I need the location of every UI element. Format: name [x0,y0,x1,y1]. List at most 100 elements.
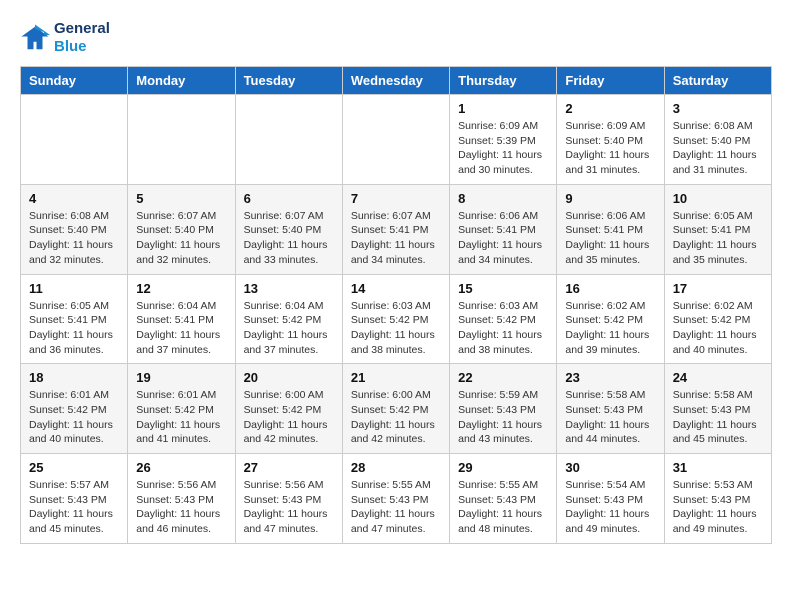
day-number: 13 [244,281,334,296]
day-info: Sunrise: 6:07 AMSunset: 5:40 PMDaylight:… [244,209,334,268]
weekday-header-wednesday: Wednesday [342,67,449,95]
calendar-cell: 15 Sunrise: 6:03 AMSunset: 5:42 PMDaylig… [450,274,557,364]
day-number: 17 [673,281,763,296]
logo: General Blue [20,20,110,56]
day-number: 12 [136,281,226,296]
calendar-cell: 7 Sunrise: 6:07 AMSunset: 5:41 PMDayligh… [342,184,449,274]
calendar-cell: 1 Sunrise: 6:09 AMSunset: 5:39 PMDayligh… [450,95,557,185]
day-info: Sunrise: 6:09 AMSunset: 5:39 PMDaylight:… [458,119,548,178]
day-info: Sunrise: 5:56 AMSunset: 5:43 PMDaylight:… [244,478,334,537]
calendar-cell [21,95,128,185]
day-number: 24 [673,370,763,385]
day-number: 4 [29,191,119,206]
calendar-cell: 22 Sunrise: 5:59 AMSunset: 5:43 PMDaylig… [450,364,557,454]
day-info: Sunrise: 5:57 AMSunset: 5:43 PMDaylight:… [29,478,119,537]
day-info: Sunrise: 5:56 AMSunset: 5:43 PMDaylight:… [136,478,226,537]
day-info: Sunrise: 6:09 AMSunset: 5:40 PMDaylight:… [565,119,655,178]
calendar-cell: 26 Sunrise: 5:56 AMSunset: 5:43 PMDaylig… [128,454,235,544]
calendar-cell [128,95,235,185]
day-number: 5 [136,191,226,206]
day-number: 31 [673,460,763,475]
day-number: 20 [244,370,334,385]
day-info: Sunrise: 5:58 AMSunset: 5:43 PMDaylight:… [565,388,655,447]
calendar-cell: 31 Sunrise: 5:53 AMSunset: 5:43 PMDaylig… [664,454,771,544]
weekday-header-tuesday: Tuesday [235,67,342,95]
day-info: Sunrise: 6:00 AMSunset: 5:42 PMDaylight:… [244,388,334,447]
day-info: Sunrise: 6:03 AMSunset: 5:42 PMDaylight:… [458,299,548,358]
calendar-table: SundayMondayTuesdayWednesdayThursdayFrid… [20,66,772,544]
calendar-cell: 11 Sunrise: 6:05 AMSunset: 5:41 PMDaylig… [21,274,128,364]
day-info: Sunrise: 6:05 AMSunset: 5:41 PMDaylight:… [673,209,763,268]
day-number: 18 [29,370,119,385]
calendar-cell: 30 Sunrise: 5:54 AMSunset: 5:43 PMDaylig… [557,454,664,544]
day-number: 10 [673,191,763,206]
day-info: Sunrise: 6:08 AMSunset: 5:40 PMDaylight:… [673,119,763,178]
calendar-cell: 13 Sunrise: 6:04 AMSunset: 5:42 PMDaylig… [235,274,342,364]
day-info: Sunrise: 6:05 AMSunset: 5:41 PMDaylight:… [29,299,119,358]
day-number: 22 [458,370,548,385]
calendar-cell: 23 Sunrise: 5:58 AMSunset: 5:43 PMDaylig… [557,364,664,454]
day-info: Sunrise: 5:58 AMSunset: 5:43 PMDaylight:… [673,388,763,447]
day-info: Sunrise: 6:01 AMSunset: 5:42 PMDaylight:… [136,388,226,447]
calendar-cell: 28 Sunrise: 5:55 AMSunset: 5:43 PMDaylig… [342,454,449,544]
calendar-week-1: 1 Sunrise: 6:09 AMSunset: 5:39 PMDayligh… [21,95,772,185]
weekday-header-row: SundayMondayTuesdayWednesdayThursdayFrid… [21,67,772,95]
day-info: Sunrise: 5:55 AMSunset: 5:43 PMDaylight:… [351,478,441,537]
calendar-cell: 9 Sunrise: 6:06 AMSunset: 5:41 PMDayligh… [557,184,664,274]
calendar-cell: 17 Sunrise: 6:02 AMSunset: 5:42 PMDaylig… [664,274,771,364]
calendar-cell: 14 Sunrise: 6:03 AMSunset: 5:42 PMDaylig… [342,274,449,364]
calendar-cell: 24 Sunrise: 5:58 AMSunset: 5:43 PMDaylig… [664,364,771,454]
day-number: 15 [458,281,548,296]
day-info: Sunrise: 5:55 AMSunset: 5:43 PMDaylight:… [458,478,548,537]
day-number: 16 [565,281,655,296]
calendar-cell: 6 Sunrise: 6:07 AMSunset: 5:40 PMDayligh… [235,184,342,274]
calendar-cell: 10 Sunrise: 6:05 AMSunset: 5:41 PMDaylig… [664,184,771,274]
day-number: 2 [565,101,655,116]
calendar-cell: 19 Sunrise: 6:01 AMSunset: 5:42 PMDaylig… [128,364,235,454]
day-info: Sunrise: 6:02 AMSunset: 5:42 PMDaylight:… [565,299,655,358]
logo-icon [20,23,50,53]
day-number: 28 [351,460,441,475]
calendar-cell: 20 Sunrise: 6:00 AMSunset: 5:42 PMDaylig… [235,364,342,454]
weekday-header-monday: Monday [128,67,235,95]
day-number: 21 [351,370,441,385]
day-number: 14 [351,281,441,296]
day-info: Sunrise: 6:00 AMSunset: 5:42 PMDaylight:… [351,388,441,447]
day-number: 19 [136,370,226,385]
page-header: General Blue [20,20,772,56]
day-info: Sunrise: 6:02 AMSunset: 5:42 PMDaylight:… [673,299,763,358]
calendar-cell: 3 Sunrise: 6:08 AMSunset: 5:40 PMDayligh… [664,95,771,185]
day-number: 30 [565,460,655,475]
weekday-header-saturday: Saturday [664,67,771,95]
day-number: 26 [136,460,226,475]
day-info: Sunrise: 5:59 AMSunset: 5:43 PMDaylight:… [458,388,548,447]
calendar-cell: 4 Sunrise: 6:08 AMSunset: 5:40 PMDayligh… [21,184,128,274]
calendar-week-3: 11 Sunrise: 6:05 AMSunset: 5:41 PMDaylig… [21,274,772,364]
day-number: 7 [351,191,441,206]
day-number: 9 [565,191,655,206]
day-number: 1 [458,101,548,116]
calendar-cell: 8 Sunrise: 6:06 AMSunset: 5:41 PMDayligh… [450,184,557,274]
weekday-header-sunday: Sunday [21,67,128,95]
calendar-week-2: 4 Sunrise: 6:08 AMSunset: 5:40 PMDayligh… [21,184,772,274]
day-number: 27 [244,460,334,475]
day-number: 6 [244,191,334,206]
day-number: 25 [29,460,119,475]
day-info: Sunrise: 6:07 AMSunset: 5:41 PMDaylight:… [351,209,441,268]
day-info: Sunrise: 6:04 AMSunset: 5:41 PMDaylight:… [136,299,226,358]
day-number: 3 [673,101,763,116]
weekday-header-thursday: Thursday [450,67,557,95]
day-info: Sunrise: 6:08 AMSunset: 5:40 PMDaylight:… [29,209,119,268]
calendar-cell: 12 Sunrise: 6:04 AMSunset: 5:41 PMDaylig… [128,274,235,364]
day-info: Sunrise: 5:53 AMSunset: 5:43 PMDaylight:… [673,478,763,537]
calendar-cell: 5 Sunrise: 6:07 AMSunset: 5:40 PMDayligh… [128,184,235,274]
day-number: 29 [458,460,548,475]
day-info: Sunrise: 5:54 AMSunset: 5:43 PMDaylight:… [565,478,655,537]
day-number: 23 [565,370,655,385]
calendar-cell: 18 Sunrise: 6:01 AMSunset: 5:42 PMDaylig… [21,364,128,454]
logo-text: General Blue [54,20,110,56]
calendar-cell [235,95,342,185]
day-info: Sunrise: 6:06 AMSunset: 5:41 PMDaylight:… [458,209,548,268]
calendar-cell: 2 Sunrise: 6:09 AMSunset: 5:40 PMDayligh… [557,95,664,185]
calendar-cell: 27 Sunrise: 5:56 AMSunset: 5:43 PMDaylig… [235,454,342,544]
